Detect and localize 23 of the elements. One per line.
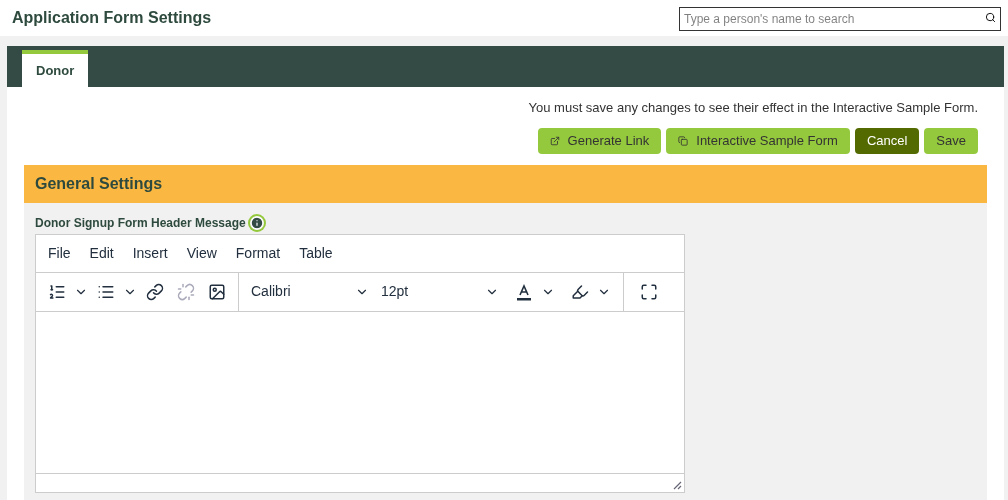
save-notice: You must save any changes to see their effect in the Interactive Sample Form. xyxy=(528,99,978,117)
tab[interactable]: Donor xyxy=(22,50,89,87)
external-link-icon xyxy=(549,135,560,146)
size-dropdown[interactable]: 12pt xyxy=(381,281,499,302)
font-dropdown[interactable]: Calibri xyxy=(251,281,369,302)
menu-item[interactable]: Table xyxy=(299,242,333,264)
menu-item[interactable]: Insert xyxy=(132,242,168,264)
save-button[interactable]: Save xyxy=(924,127,978,154)
menu-item[interactable]: Edit xyxy=(89,242,114,264)
section-title: General Settings xyxy=(35,173,163,194)
field-label: Donor Signup Form Header Message xyxy=(35,214,246,232)
sample-form-button[interactable]: Interactive Sample Form xyxy=(666,127,850,154)
menu-item[interactable]: View xyxy=(186,242,217,264)
info-icon[interactable] xyxy=(249,215,264,230)
resize-handle-icon[interactable] xyxy=(673,480,682,490)
menu-item[interactable]: Format xyxy=(235,242,281,264)
generate-link-button[interactable]: Generate Link xyxy=(537,127,662,154)
search-icon[interactable] xyxy=(985,12,996,23)
page-title: Application Form Settings xyxy=(12,8,212,28)
menu-item[interactable]: File xyxy=(48,242,71,264)
cancel-button[interactable]: Cancel xyxy=(854,127,920,154)
window-icon xyxy=(678,135,689,146)
search-field[interactable]: Type a person's name to search xyxy=(679,7,1001,31)
